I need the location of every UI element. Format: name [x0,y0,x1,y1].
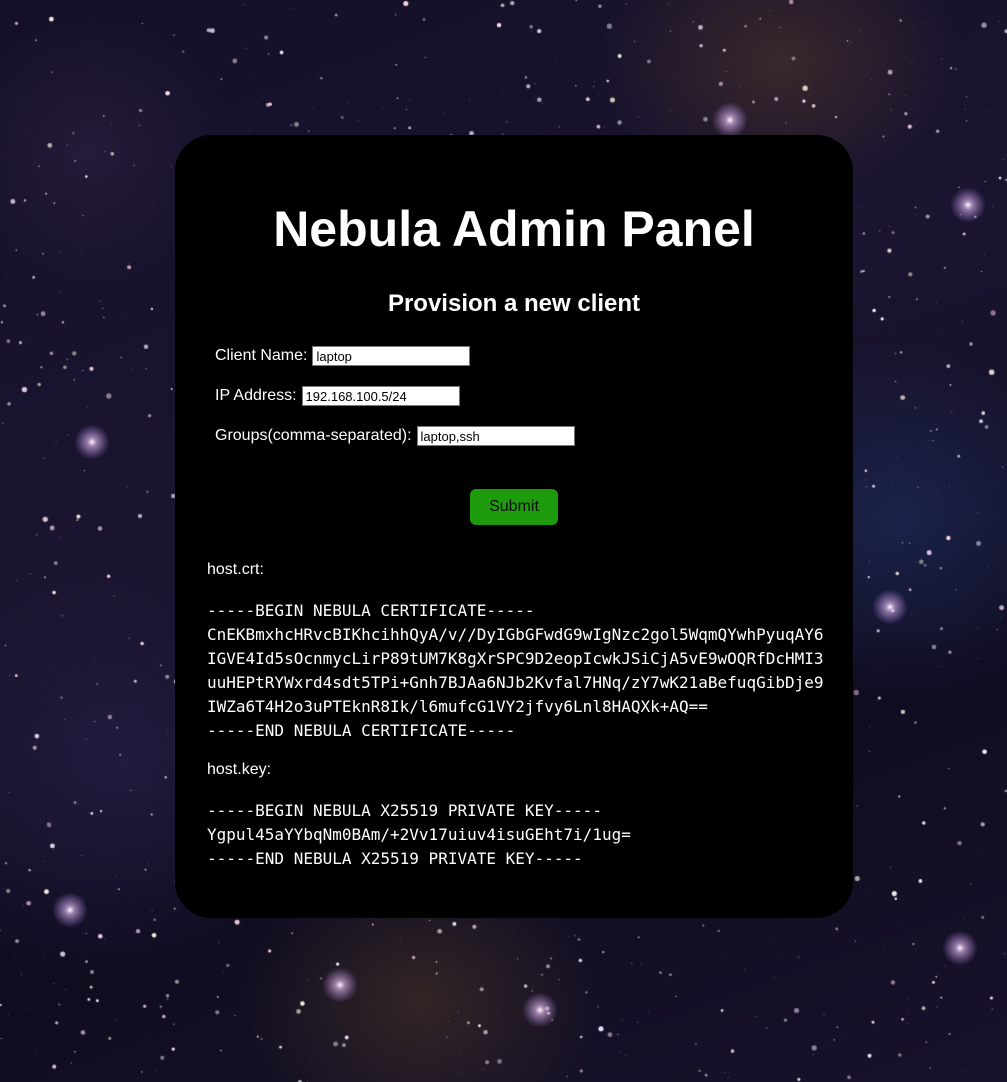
certificate-text: -----BEGIN NEBULA CERTIFICATE----- CnEKB… [207,601,824,740]
groups-row: Groups(comma-separated): [215,425,575,447]
private-key-text: -----BEGIN NEBULA X25519 PRIVATE KEY----… [207,801,631,868]
page-subtitle: Provision a new client [387,290,641,317]
ip-address-input[interactable] [301,386,460,406]
client-name-row: Client Name: [215,345,471,367]
submit-button[interactable]: Submit [470,489,558,525]
groups-input[interactable] [416,426,575,446]
ip-address-row: IP Address: [215,385,460,407]
cert-label: host.crt: [207,561,264,578]
ip-address-label: IP Address: [215,387,297,404]
client-name-label: Client Name: [215,347,308,364]
groups-label: Groups(comma-separated): [215,427,412,444]
client-name-input[interactable] [312,346,471,366]
page-title: Nebula Admin Panel [273,201,755,257]
admin-panel-card: Nebula Admin Panel Provision a new clien… [175,135,853,918]
key-label: host.key: [207,761,272,778]
